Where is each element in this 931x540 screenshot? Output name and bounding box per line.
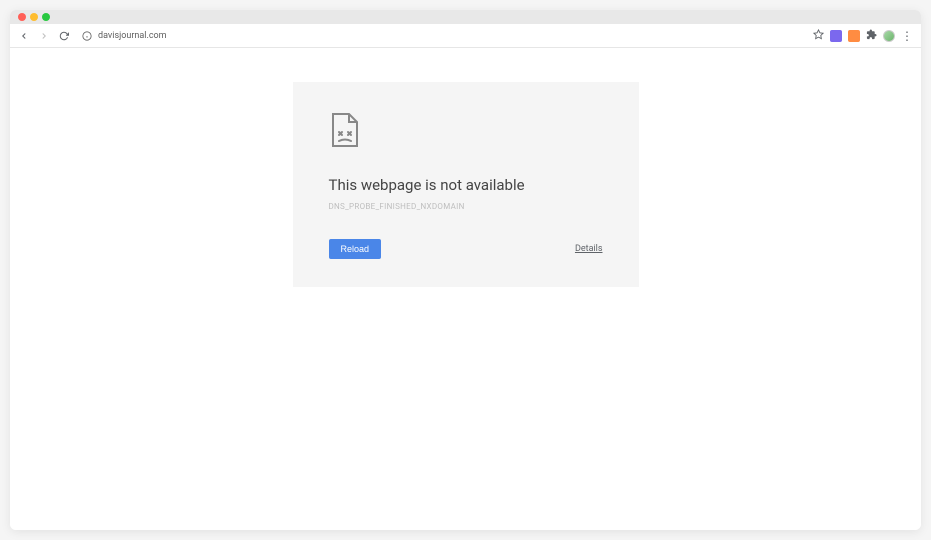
profile-avatar[interactable] [883, 30, 895, 42]
reload-button[interactable] [58, 30, 70, 42]
window-titlebar [10, 10, 921, 24]
back-button[interactable] [18, 30, 30, 42]
details-link[interactable]: Details [575, 244, 603, 254]
chrome-menu-button[interactable]: ⋮ [901, 30, 913, 42]
extension-icon-2[interactable] [848, 30, 860, 42]
extensions-puzzle-icon[interactable] [866, 29, 877, 43]
extension-icon-1[interactable] [830, 30, 842, 42]
bookmark-star-icon[interactable] [813, 29, 824, 43]
forward-button[interactable] [38, 30, 50, 42]
error-card: This webpage is not available DNS_PROBE_… [293, 82, 639, 287]
error-code: DNS_PROBE_FINISHED_NXDOMAIN [329, 202, 603, 211]
broken-page-icon [329, 112, 603, 152]
url-text: davisjournal.com [98, 31, 167, 41]
site-info-icon[interactable] [82, 31, 92, 41]
address-bar[interactable]: davisjournal.com [78, 31, 805, 41]
browser-window: davisjournal.com ⋮ [10, 10, 921, 530]
window-close-button[interactable] [18, 13, 26, 21]
browser-toolbar: davisjournal.com ⋮ [10, 24, 921, 48]
toolbar-right-icons: ⋮ [813, 29, 913, 43]
window-minimize-button[interactable] [30, 13, 38, 21]
page-viewport: This webpage is not available DNS_PROBE_… [10, 48, 921, 530]
error-actions: Reload Details [329, 239, 603, 259]
error-title: This webpage is not available [329, 176, 603, 194]
window-maximize-button[interactable] [42, 13, 50, 21]
reload-page-button[interactable]: Reload [329, 239, 382, 259]
